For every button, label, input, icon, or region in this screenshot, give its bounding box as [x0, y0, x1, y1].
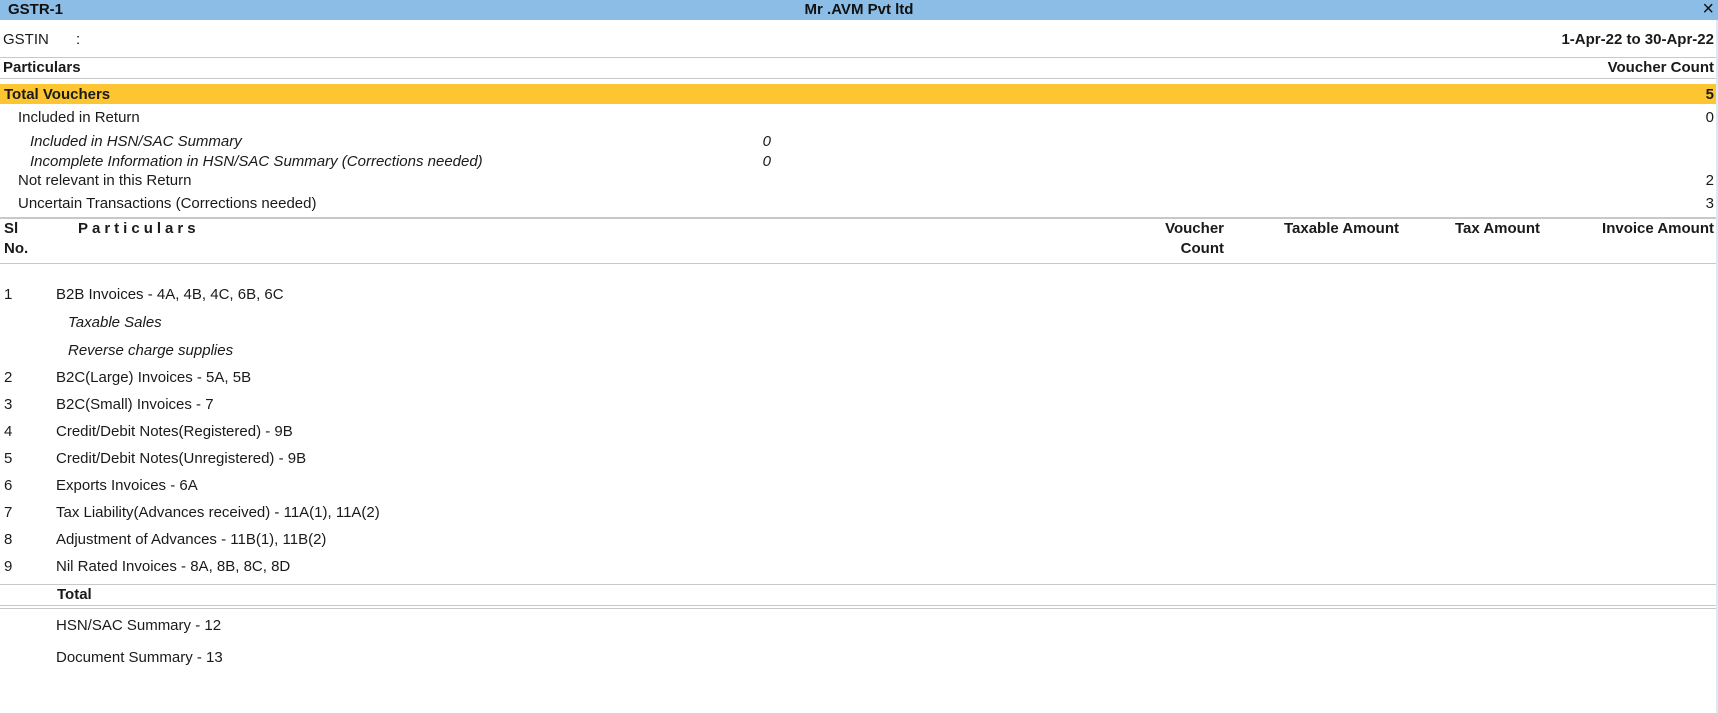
row-cdn-registered[interactable]: Credit/Debit Notes(Registered) - 9B [56, 423, 293, 440]
row-sl: 3 [4, 396, 13, 413]
row-sl: 7 [4, 504, 13, 521]
row-b2b-invoices[interactable]: B2B Invoices - 4A, 4B, 4C, 6B, 6C [56, 286, 284, 303]
summary-header-voucher-count: Voucher Count [1607, 59, 1714, 76]
col-header-voucher-count-1: Voucher [1165, 220, 1224, 237]
row-sl: 6 [4, 477, 13, 494]
summary-header-particulars: Particulars [3, 59, 81, 76]
total-vouchers-label[interactable]: Total Vouchers [4, 86, 110, 103]
uncertain-count: 3 [1705, 195, 1714, 212]
not-relevant-label[interactable]: Not relevant in this Return [18, 172, 191, 189]
divider [0, 78, 1716, 79]
divider [0, 263, 1716, 264]
company-name: Mr .AVM Pvt ltd [804, 1, 914, 18]
row-sl: 5 [4, 450, 13, 467]
row-adjustment-advances[interactable]: Adjustment of Advances - 11B(1), 11B(2) [56, 531, 326, 548]
col-header-invoice-amount: Invoice Amount [1602, 220, 1714, 237]
row-sl: 9 [4, 558, 13, 575]
total-vouchers-row[interactable] [0, 84, 1716, 104]
total-label: Total [57, 586, 92, 603]
row-cdn-unregistered[interactable]: Credit/Debit Notes(Unregistered) - 9B [56, 450, 306, 467]
row-b2c-large[interactable]: B2C(Large) Invoices - 5A, 5B [56, 369, 251, 386]
period-range[interactable]: 1-Apr-22 to 30-Apr-22 [1561, 31, 1714, 48]
row-sl: 8 [4, 531, 13, 548]
row-reverse-charge[interactable]: Reverse charge supplies [68, 342, 233, 359]
close-icon[interactable]: × [1702, 0, 1714, 19]
col-header-particulars: Particulars [78, 220, 200, 237]
included-hsn-count: 0 [762, 133, 771, 150]
row-sl: 1 [4, 286, 13, 303]
incomplete-hsn-count: 0 [762, 153, 771, 170]
total-vouchers-count: 5 [1705, 86, 1714, 103]
col-header-sl-1: Sl [4, 220, 19, 237]
row-nil-rated[interactable]: Nil Rated Invoices - 8A, 8B, 8C, 8D [56, 558, 290, 575]
divider [0, 605, 1716, 606]
row-sl: 2 [4, 369, 13, 386]
included-in-return-count: 0 [1705, 109, 1714, 126]
gstin-separator: : [76, 31, 81, 48]
row-taxable-sales[interactable]: Taxable Sales [68, 314, 162, 331]
incomplete-hsn-label[interactable]: Incomplete Information in HSN/SAC Summar… [30, 153, 483, 170]
col-header-taxable-amount: Taxable Amount [1283, 220, 1399, 237]
not-relevant-count: 2 [1705, 172, 1714, 189]
included-in-return-label[interactable]: Included in Return [18, 109, 140, 126]
included-hsn-label[interactable]: Included in HSN/SAC Summary [30, 133, 242, 150]
row-tax-liability[interactable]: Tax Liability(Advances received) - 11A(1… [56, 504, 380, 521]
divider [0, 584, 1716, 585]
col-header-tax-amount: Tax Amount [1455, 220, 1540, 237]
col-header-sl-2: No. [4, 240, 29, 257]
col-header-voucher-count-2: Count [1180, 240, 1224, 257]
row-b2c-small[interactable]: B2C(Small) Invoices - 7 [56, 396, 214, 413]
divider [0, 217, 1716, 219]
document-summary[interactable]: Document Summary - 13 [56, 649, 223, 666]
hsn-sac-summary[interactable]: HSN/SAC Summary - 12 [56, 617, 221, 634]
divider [0, 608, 1716, 609]
gstin-label: GSTIN [3, 31, 49, 48]
row-sl: 4 [4, 423, 13, 440]
row-exports[interactable]: Exports Invoices - 6A [56, 477, 198, 494]
uncertain-label[interactable]: Uncertain Transactions (Corrections need… [18, 195, 316, 212]
divider [0, 57, 1716, 58]
